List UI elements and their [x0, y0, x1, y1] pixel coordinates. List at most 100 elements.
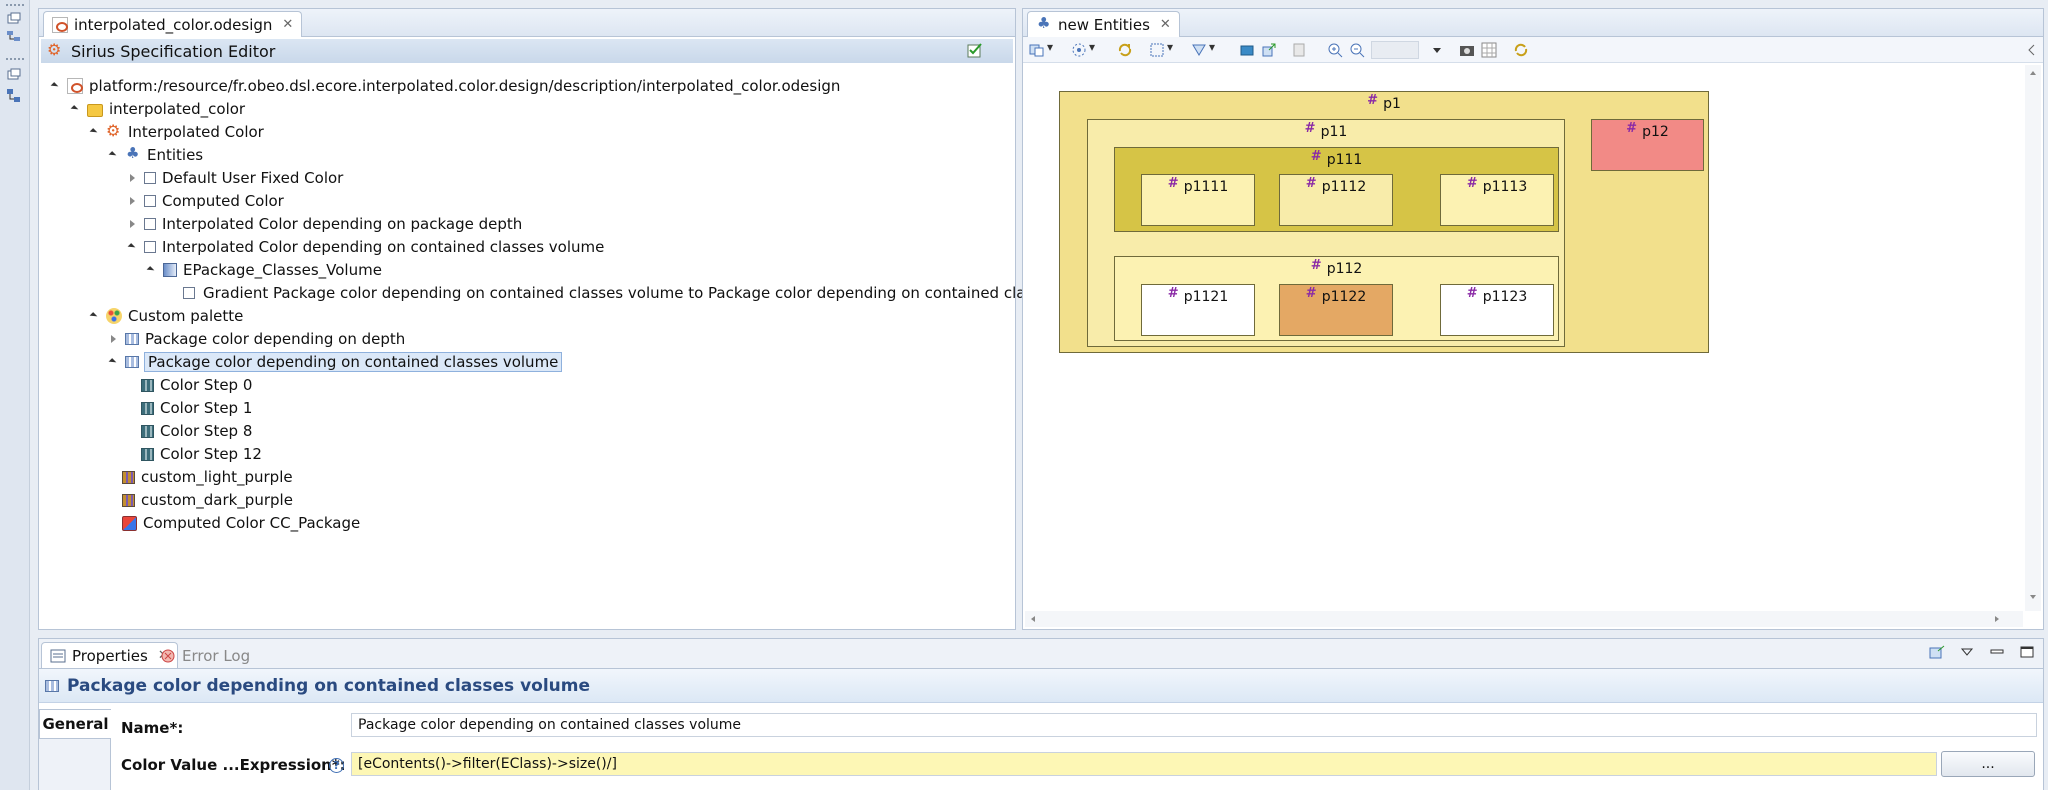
link-refresh-icon[interactable] — [1513, 42, 1529, 58]
tab-general[interactable]: General — [39, 709, 111, 739]
validate-icon[interactable] — [967, 42, 983, 58]
trim-grip[interactable] — [6, 4, 24, 6]
package-color-icon — [45, 679, 59, 692]
viewpoint-icon — [106, 121, 122, 140]
maximize-icon[interactable] — [2019, 645, 2035, 659]
style-icon — [144, 172, 156, 184]
package-color-icon — [125, 333, 139, 345]
toolbar-collapse-icon[interactable] — [2023, 42, 2039, 58]
diagram-tabbar: new Entities ✕ — [1023, 9, 2043, 37]
package-p1121[interactable]: p1121 — [1141, 284, 1255, 336]
grid-icon[interactable] — [1481, 42, 1497, 58]
help-icon[interactable]: ? — [329, 758, 344, 773]
package-icon — [1311, 149, 1322, 165]
minimize-icon[interactable] — [1989, 645, 2005, 659]
filters-icon[interactable] — [1071, 40, 1095, 58]
select-icon[interactable] — [1149, 40, 1173, 58]
tree-item-epackage-classes-volume[interactable]: EPackage_Classes_Volume — [147, 259, 382, 281]
arrange-icon[interactable] — [1191, 40, 1215, 58]
expand-twisty-icon[interactable] — [147, 265, 157, 275]
left-trim-bar — [0, 0, 30, 790]
export-icon[interactable] — [1261, 42, 1277, 58]
refresh-icon[interactable] — [1117, 42, 1133, 58]
tree-item-color-step-8[interactable]: Color Step 8 — [141, 420, 252, 442]
trim-grip-2[interactable] — [6, 58, 24, 60]
tree-item-viewpoint[interactable]: Interpolated Color — [90, 121, 264, 143]
tree-item-entities[interactable]: Entities — [109, 144, 203, 166]
zoom-level-field[interactable] — [1371, 41, 1419, 59]
color-value-expression-field[interactable]: [eContents()->filter(EClass)->size()/] — [351, 752, 1937, 776]
tab-error-log[interactable]: Error Log — [151, 642, 259, 668]
tree-item-color-step-1[interactable]: Color Step 1 — [141, 397, 252, 419]
odesign-file-icon — [52, 16, 68, 33]
tree-item-default-user-fixed-color[interactable]: Default User Fixed Color — [128, 167, 343, 189]
restore-icon[interactable] — [6, 12, 24, 28]
diagram-editor-panel: new Entities ✕ p1 p11 p12 — [1022, 8, 2044, 630]
tree-item-custom-dark-purple[interactable]: custom_dark_purple — [122, 489, 293, 511]
tree-item-custom-palette[interactable]: Custom palette — [90, 305, 243, 327]
properties-tabbar: Properties ✕ Error Log — [39, 639, 2043, 669]
color-step-icon — [141, 378, 154, 392]
tree-item-package-color-depth[interactable]: Package color depending on depth — [109, 328, 405, 350]
expand-twisty-icon[interactable] — [109, 150, 119, 160]
delete-icon[interactable] — [1291, 42, 1307, 58]
expand-twisty-icon[interactable] — [90, 127, 100, 137]
tree-item-package-color-volume[interactable]: Package color depending on contained cla… — [109, 351, 563, 373]
tree-item-color-step-0[interactable]: Color Step 0 — [141, 374, 252, 396]
error-log-icon — [160, 648, 176, 664]
tree-item-interpolated-depth[interactable]: Interpolated Color depending on package … — [128, 213, 522, 235]
tab-new-entities[interactable]: new Entities ✕ — [1027, 11, 1180, 37]
package-icon — [1306, 176, 1317, 192]
tree-item-interpolated-color-group[interactable]: interpolated_color — [71, 98, 245, 120]
restore-icon-2[interactable] — [6, 68, 24, 84]
view-menu-icon[interactable] — [1959, 645, 1975, 659]
package-p1112[interactable]: p1112 — [1279, 174, 1393, 226]
package-icon — [1626, 121, 1637, 137]
properties-tab-label: Properties — [72, 646, 148, 665]
close-icon[interactable]: ✕ — [282, 17, 293, 32]
diagram-horizontal-scrollbar[interactable] — [1025, 611, 2023, 627]
pin-view-icon[interactable] — [1929, 645, 1945, 659]
expand-twisty-icon[interactable] — [109, 357, 119, 367]
zoom-out-icon[interactable] — [1349, 42, 1365, 58]
tree-item-custom-light-purple[interactable]: custom_light_purple — [122, 466, 293, 488]
editor-header: Sirius Specification Editor — [41, 39, 1013, 63]
properties-icon — [50, 648, 66, 664]
tree-item-interpolated-volume[interactable]: Interpolated Color depending on containe… — [128, 236, 604, 258]
expression-browse-button[interactable]: ... — [1941, 751, 2035, 777]
package-p1123[interactable]: p1123 — [1440, 284, 1554, 336]
model-explorer-icon[interactable] — [6, 88, 24, 104]
collapse-twisty-icon[interactable] — [128, 196, 138, 206]
collapse-twisty-icon[interactable] — [109, 334, 119, 344]
outline-view-icon[interactable] — [6, 30, 24, 46]
diagram-vertical-scrollbar[interactable] — [2025, 65, 2041, 611]
package-p12[interactable]: p12 — [1591, 119, 1704, 171]
tree-item-color-step-12[interactable]: Color Step 12 — [141, 443, 262, 465]
expand-twisty-icon[interactable] — [128, 242, 138, 252]
package-color-icon — [125, 356, 139, 368]
custom-color-icon — [122, 493, 135, 507]
tree-item-gradient-package-color[interactable]: Gradient Package color depending on cont… — [181, 282, 1118, 304]
editor-header-title: Sirius Specification Editor — [71, 41, 276, 61]
name-field[interactable]: Package color depending on contained cla… — [351, 713, 2037, 737]
expand-twisty-icon[interactable] — [51, 81, 61, 91]
expand-twisty-icon[interactable] — [90, 311, 100, 321]
zoom-in-icon[interactable] — [1327, 42, 1343, 58]
gradient-icon — [163, 263, 177, 277]
package-p1113[interactable]: p1113 — [1440, 174, 1554, 226]
tree-item-computed-color[interactable]: Computed Color — [128, 190, 284, 212]
tree-item-computed-color-cc-package[interactable]: Computed Color CC_Package — [122, 512, 360, 534]
tab-interpolated-color-odesign[interactable]: interpolated_color.odesign ✕ — [43, 11, 303, 37]
close-icon[interactable]: ✕ — [1160, 17, 1171, 32]
snapshot-icon[interactable] — [1459, 42, 1475, 58]
expand-twisty-icon[interactable] — [71, 104, 81, 114]
tree-item-odesign-resource[interactable]: platform:/resource/fr.obeo.dsl.ecore.int… — [51, 75, 840, 97]
package-p1111[interactable]: p1111 — [1141, 174, 1255, 226]
layers-icon[interactable] — [1029, 40, 1053, 58]
zoom-dropdown-icon[interactable] — [1429, 42, 1445, 58]
pin-icon[interactable] — [1239, 42, 1255, 58]
diagram-canvas[interactable]: p1 p11 p12 p111 p1111 p1112 p1113 p112 — [1025, 65, 2023, 611]
package-p1122[interactable]: p1122 — [1279, 284, 1393, 336]
collapse-twisty-icon[interactable] — [128, 173, 138, 183]
collapse-twisty-icon[interactable] — [128, 219, 138, 229]
